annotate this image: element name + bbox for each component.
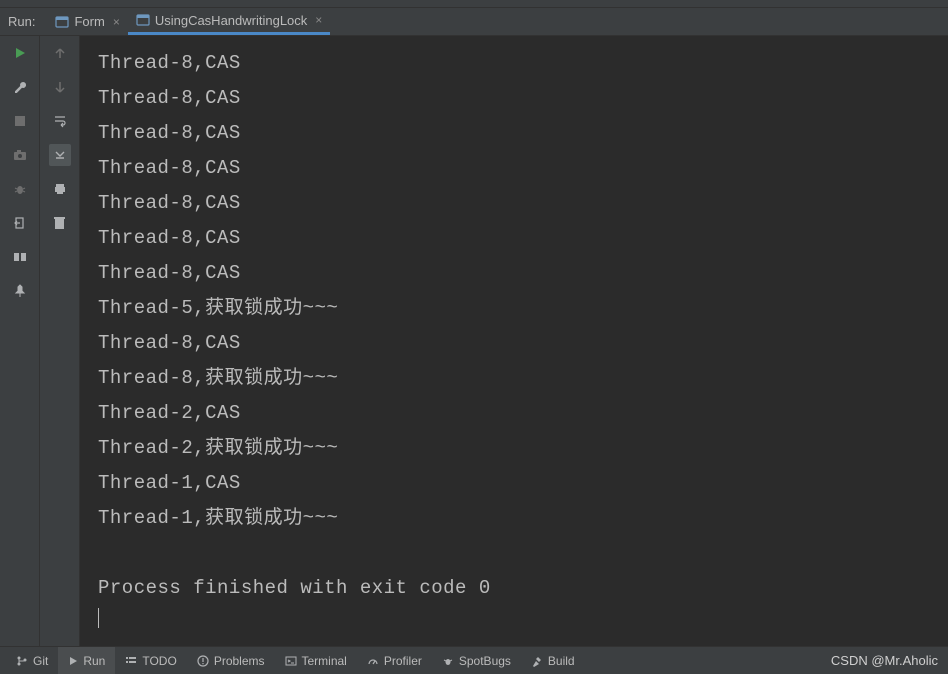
bottom-git[interactable]: Git xyxy=(6,647,58,674)
pin-icon[interactable] xyxy=(9,280,31,302)
camera-icon[interactable] xyxy=(9,144,31,166)
run-config-icon xyxy=(55,15,69,29)
run-tab-row: Run: Form × UsingCasHandwritingLock × xyxy=(0,8,948,36)
trash-icon[interactable] xyxy=(49,212,71,234)
exit-icon[interactable] xyxy=(9,212,31,234)
bottom-profiler[interactable]: Profiler xyxy=(357,647,432,674)
console-output[interactable]: Thread-8,CAS Thread-8,CAS Thread-8,CAS T… xyxy=(80,36,948,646)
down-arrow-icon[interactable] xyxy=(49,76,71,98)
soft-wrap-icon[interactable] xyxy=(49,110,71,132)
bottom-label: SpotBugs xyxy=(459,654,511,668)
tab-usingcashandwritinglock[interactable]: UsingCasHandwritingLock × xyxy=(128,8,330,35)
run-label: Run: xyxy=(0,14,47,29)
bottom-tool-bar: Git Run TODO Problems Terminal Profiler xyxy=(0,646,948,674)
main-area: Thread-8,CAS Thread-8,CAS Thread-8,CAS T… xyxy=(0,36,948,646)
text-cursor xyxy=(98,608,99,628)
bug-small-icon xyxy=(442,655,454,667)
play-icon xyxy=(68,656,78,666)
bottom-label: Git xyxy=(33,654,48,668)
bottom-build[interactable]: Build xyxy=(521,647,585,674)
title-bar-stub xyxy=(0,0,948,8)
print-icon[interactable] xyxy=(49,178,71,200)
list-icon xyxy=(125,655,137,667)
tab-label: UsingCasHandwritingLock xyxy=(155,13,307,28)
close-icon[interactable]: × xyxy=(315,13,322,27)
run-config-icon xyxy=(136,13,150,27)
bottom-label: TODO xyxy=(142,654,176,668)
git-branch-icon xyxy=(16,655,28,667)
wrench-icon[interactable] xyxy=(9,76,31,98)
scroll-to-end-icon[interactable] xyxy=(49,144,71,166)
bottom-problems[interactable]: Problems xyxy=(187,647,275,674)
bottom-label: Terminal xyxy=(302,654,347,668)
bottom-run[interactable]: Run xyxy=(58,647,115,674)
left-gutter-2 xyxy=(40,36,80,646)
bottom-label: Build xyxy=(548,654,575,668)
bottom-spotbugs[interactable]: SpotBugs xyxy=(432,647,521,674)
bottom-terminal[interactable]: Terminal xyxy=(275,647,357,674)
bottom-label: Problems xyxy=(214,654,265,668)
bug-icon[interactable] xyxy=(9,178,31,200)
left-gutter-1 xyxy=(0,36,40,646)
up-arrow-icon[interactable] xyxy=(49,42,71,64)
hammer-icon xyxy=(531,655,543,667)
bottom-label: Run xyxy=(83,654,105,668)
gauge-icon xyxy=(367,655,379,667)
close-icon[interactable]: × xyxy=(113,15,120,29)
bottom-todo[interactable]: TODO xyxy=(115,647,186,674)
stop-icon[interactable] xyxy=(9,110,31,132)
rerun-icon[interactable] xyxy=(9,42,31,64)
warning-icon xyxy=(197,655,209,667)
layout-icon[interactable] xyxy=(9,246,31,268)
bottom-label: Profiler xyxy=(384,654,422,668)
terminal-icon xyxy=(285,655,297,667)
tab-label: Form xyxy=(74,14,104,29)
tab-form[interactable]: Form × xyxy=(47,8,127,35)
